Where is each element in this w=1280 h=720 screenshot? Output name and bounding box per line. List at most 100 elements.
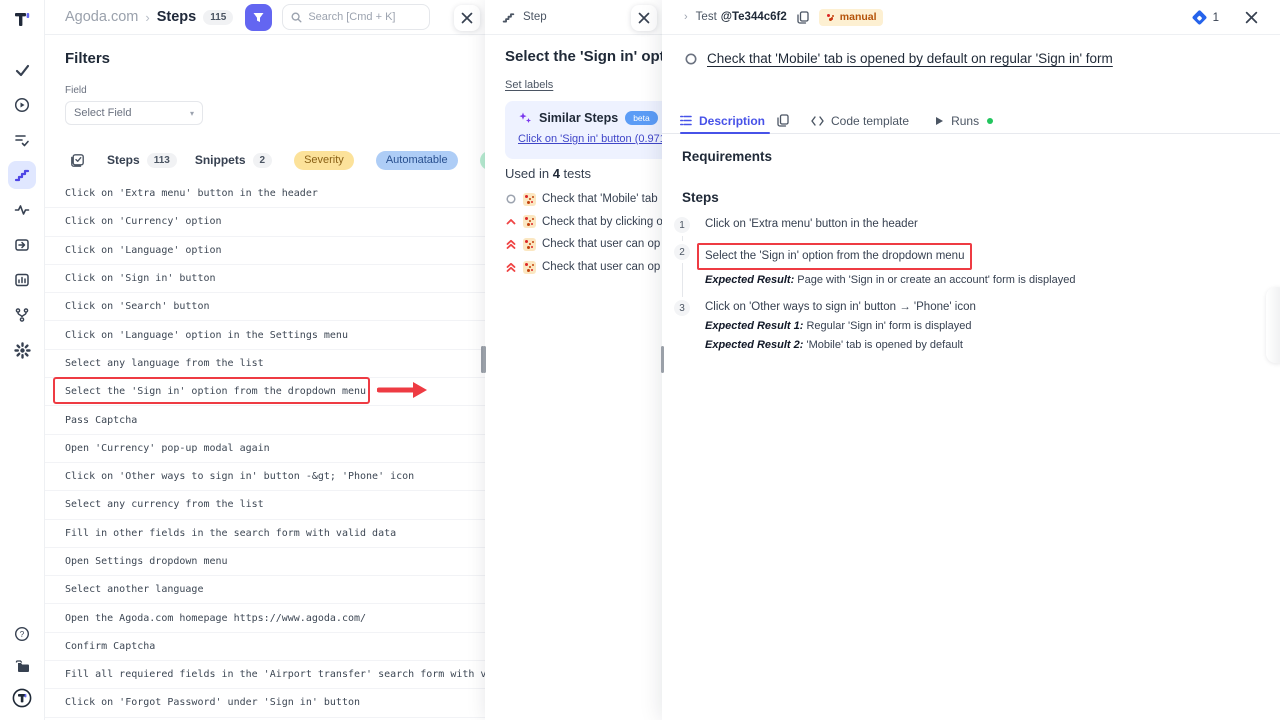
used-in-test-item[interactable]: Check that 'Mobile' tab <box>485 188 662 211</box>
search-input[interactable] <box>308 11 418 23</box>
step-row[interactable]: Select any currency from the list <box>45 491 485 519</box>
step-row[interactable]: Fill all requiered fields in the 'Airpor… <box>45 661 485 689</box>
step-row[interactable]: Click on 'Sign in' button <box>45 265 485 293</box>
tab-steps-label: Steps <box>107 153 140 167</box>
step-row[interactable]: Fill in other fields in the search form … <box>45 520 485 548</box>
tab-code-template[interactable]: Code template <box>811 114 909 128</box>
step-row[interactable]: Confirm Captcha <box>45 633 485 661</box>
funnel-icon <box>252 11 265 24</box>
priority-highest-icon <box>505 239 516 250</box>
step-row[interactable]: Open 'Currency' pop-up modal again <box>45 435 485 463</box>
priority-normal-icon <box>685 53 697 65</box>
similar-steps-title: Similar Steps <box>539 111 618 125</box>
step-row[interactable]: Click on 'Other ways to sign in' button … <box>45 463 485 491</box>
tab-steps[interactable]: Steps 113 <box>107 153 177 168</box>
used-in-test-item[interactable]: Check that user can op <box>485 256 662 279</box>
test-detail-panel: › Test @Te344c6f2 manual 1 Check that 'M… <box>662 0 1280 720</box>
expected-result: Expected Result 1: Regular 'Sign in' for… <box>705 318 1280 335</box>
tab-snippets[interactable]: Snippets 2 <box>195 153 272 168</box>
filter-pill-automatable[interactable]: Automatable <box>376 151 458 170</box>
sidebar-item-import[interactable] <box>8 231 36 259</box>
test-step: 2Select the 'Sign in' option from the dr… <box>662 243 1280 289</box>
test-step-text-highlighted[interactable]: Select the 'Sign in' option from the dro… <box>697 243 972 270</box>
expected-result-text: 'Mobile' tab is opened by default <box>803 339 963 351</box>
copy-description-button[interactable] <box>777 114 789 127</box>
tab-description[interactable]: Description <box>680 114 765 128</box>
sidebar-item-steps[interactable] <box>8 161 36 189</box>
step-detail-panel: Step Select the 'Sign in' optio Set labe… <box>485 0 662 720</box>
set-labels-link[interactable]: Set labels <box>505 79 553 91</box>
step-row[interactable]: Select any language from the list <box>45 350 485 378</box>
test-title[interactable]: Check that 'Mobile' tab is opened by def… <box>707 51 1113 66</box>
test-emoji-icon <box>825 12 836 23</box>
step-row[interactable]: Pass Captcha <box>45 406 485 434</box>
help-icon[interactable]: ? <box>8 620 36 648</box>
panel-resize-handle-right[interactable] <box>661 346 664 373</box>
app-logo-icon[interactable] <box>8 6 36 34</box>
similar-step-link[interactable]: Click on 'Sign in' button (0.9715 <box>518 133 662 145</box>
used-in-test-title: Check that by clicking o <box>542 216 662 228</box>
page-title: Steps <box>157 9 197 25</box>
copy-icon <box>777 114 789 127</box>
test-step-text[interactable]: Click on 'Other ways to sign in' button … <box>705 299 1280 316</box>
sidebar-item-branches[interactable] <box>8 301 36 329</box>
panel-resize-handle-left[interactable] <box>483 346 486 373</box>
step-panel-title-label: Step <box>523 11 547 23</box>
edge-scroll-handle[interactable] <box>1266 287 1280 363</box>
close-step-panel-button[interactable] <box>631 5 657 31</box>
chevron-down-icon: ▾ <box>190 109 194 118</box>
select-all-icon[interactable] <box>70 153 85 168</box>
field-select-value: Select Field <box>74 107 131 119</box>
requirements-heading: Requirements <box>682 149 772 164</box>
step-row[interactable]: Click on 'Language' option <box>45 237 485 265</box>
expected-result-label: Expected Result 1: <box>705 320 803 332</box>
step-connector-line <box>682 263 683 297</box>
filter-pill-severity[interactable]: Severity <box>294 151 354 170</box>
close-test-panel-button[interactable] <box>1245 11 1258 24</box>
step-row[interactable]: Open the Agoda.com homepage https://www.… <box>45 604 485 632</box>
sidebar-item-runs[interactable] <box>8 91 36 119</box>
expected-result: Expected Result 2: 'Mobile' tab is opene… <box>705 337 1280 354</box>
play-icon <box>935 116 944 126</box>
field-select[interactable]: Select Field ▾ <box>65 101 203 125</box>
chevron-right-icon[interactable]: › <box>684 11 688 23</box>
priority-normal-icon <box>505 194 516 204</box>
step-row[interactable]: Open Settings dropdown menu <box>45 548 485 576</box>
used-in-test-item[interactable]: Check that by clicking o <box>485 211 662 234</box>
list-toolbar: Steps 113 Snippets 2 Severity Automatable… <box>45 148 485 172</box>
breadcrumb-separator: › <box>145 10 149 25</box>
test-step: 3Click on 'Other ways to sign in' button… <box>662 299 1280 354</box>
diamond-count: 1 <box>1213 12 1219 24</box>
search-box[interactable] <box>282 4 430 30</box>
test-step-number: 1 <box>674 217 690 233</box>
sidebar-item-settings[interactable] <box>8 336 36 364</box>
copy-test-id-button[interactable] <box>797 11 809 24</box>
breadcrumb-project[interactable]: Agoda.com <box>65 9 138 25</box>
step-row[interactable]: Click on 'Currency' option <box>45 208 485 236</box>
sidebar-item-analytics[interactable] <box>8 196 36 224</box>
profile-logo-icon[interactable] <box>8 684 36 712</box>
expected-result-text: Regular 'Sign in' form is displayed <box>803 320 971 332</box>
tab-description-label: Description <box>699 114 765 128</box>
svg-text:?: ? <box>20 630 25 639</box>
sidebar-item-plans[interactable] <box>8 126 36 154</box>
tab-runs[interactable]: Runs <box>935 114 993 128</box>
step-row[interactable]: Click on 'Language' option in the Settin… <box>45 321 485 349</box>
filter-button[interactable] <box>245 4 272 31</box>
tab-code-template-label: Code template <box>831 114 909 128</box>
priority-diamond-icon[interactable] <box>1191 10 1207 26</box>
sidebar-item-reports[interactable] <box>8 266 36 294</box>
step-row[interactable]: Click on 'Forgot Password' under 'Sign i… <box>45 689 485 717</box>
used-in-test-item[interactable]: Check that user can op <box>485 233 662 256</box>
sidebar-item-tests[interactable] <box>8 56 36 84</box>
step-row[interactable]: Select another language <box>45 576 485 604</box>
close-icon <box>638 12 650 24</box>
manual-badge: manual <box>819 9 883 26</box>
steps-list-panel: Agoda.com › Steps 115 Filters Field Sele… <box>45 0 485 720</box>
step-row[interactable]: Click on 'Search' button <box>45 293 485 321</box>
close-list-panel-button[interactable] <box>454 5 480 31</box>
test-step-text[interactable]: Click on 'Extra menu' button in the head… <box>705 216 1280 233</box>
projects-icon[interactable] <box>8 652 36 680</box>
step-row[interactable]: Click on 'Extra menu' button in the head… <box>45 180 485 208</box>
search-icon <box>291 12 302 23</box>
